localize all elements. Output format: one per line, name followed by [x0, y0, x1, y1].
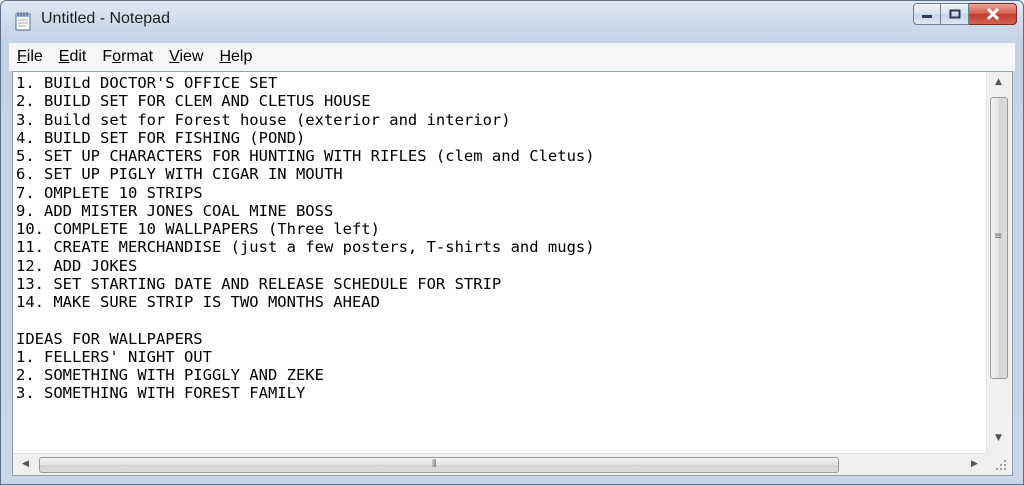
menu-edit-accel: E	[58, 48, 70, 65]
menu-edit[interactable]: Edit	[51, 43, 95, 71]
document-text[interactable]: 1. BUILd DOCTOR'S OFFICE SET 2. BUILD SE…	[13, 72, 986, 403]
size-grip[interactable]	[986, 453, 1012, 475]
menu-help[interactable]: Help	[211, 43, 260, 71]
close-icon	[986, 8, 999, 20]
menu-format-rest: rmat	[121, 48, 154, 65]
editor-area: 1. BUILd DOCTOR'S OFFICE SET 2. BUILD SE…	[12, 71, 1013, 476]
grip-icon: ≡	[994, 231, 1003, 242]
resize-grip-icon	[996, 460, 1006, 470]
vertical-scroll-thumb[interactable]: ≡	[990, 97, 1008, 379]
menu-view-rest: iew	[179, 48, 204, 65]
minimize-button[interactable]	[913, 3, 941, 25]
window-controls	[913, 3, 1017, 27]
horizontal-scroll-thumb[interactable]: ⦀	[39, 457, 839, 473]
menu-format[interactable]: Format	[94, 43, 161, 71]
menu-help-rest: elp	[231, 48, 253, 65]
scroll-right-icon[interactable]: ▶	[971, 460, 978, 469]
menu-file[interactable]: File	[9, 43, 51, 71]
menu-format-pre: F	[102, 48, 113, 65]
notepad-window: Untitled - Notepad File Edit Format View…	[0, 0, 1024, 485]
scroll-down-icon[interactable]: ▼	[995, 434, 1002, 443]
menu-file-rest: ile	[26, 48, 43, 65]
grip-icon-horizontal: ⦀	[432, 459, 437, 470]
scroll-up-icon[interactable]: ▲	[995, 78, 1002, 87]
menu-format-accel: o	[112, 48, 122, 65]
window-title: Untitled - Notepad	[41, 10, 170, 27]
menu-help-accel: H	[219, 48, 232, 65]
scroll-left-icon[interactable]: ◀	[22, 460, 29, 469]
close-button[interactable]	[969, 3, 1017, 25]
menu-file-accel: F	[17, 48, 27, 65]
notepad-icon	[15, 12, 31, 31]
text-editor[interactable]: 1. BUILd DOCTOR'S OFFICE SET 2. BUILD SE…	[13, 72, 986, 453]
menu-edit-rest: dit	[69, 48, 87, 65]
vertical-scrollbar[interactable]: ▲ ≡ ▼	[986, 72, 1012, 453]
menu-view[interactable]: View	[161, 43, 211, 71]
title-bar[interactable]: Untitled - Notepad	[1, 1, 1023, 41]
minimize-icon	[922, 15, 932, 18]
maximize-icon	[949, 9, 960, 19]
maximize-button[interactable]	[941, 3, 969, 25]
horizontal-scrollbar[interactable]: ◀ ⦀ ▶	[13, 453, 986, 475]
menu-view-accel: V	[169, 48, 180, 65]
menu-bar: File Edit Format View Help	[9, 43, 1015, 71]
